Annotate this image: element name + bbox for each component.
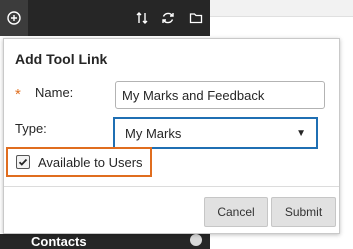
- add-tool-link-dialog: Add Tool Link * Name: Type: My Marks ▼ A…: [3, 38, 340, 234]
- required-marker: *: [15, 86, 21, 103]
- available-to-users-highlight: Available to Users: [6, 147, 152, 177]
- available-label[interactable]: Available to Users: [38, 155, 143, 170]
- dialog-title: Add Tool Link: [15, 51, 108, 67]
- chevron-down-icon[interactable]: [190, 234, 202, 246]
- submit-button[interactable]: Submit: [271, 197, 336, 227]
- type-select[interactable]: My Marks ▼: [113, 117, 318, 149]
- available-checkbox[interactable]: [16, 155, 30, 169]
- add-button[interactable]: [0, 0, 28, 36]
- name-label: Name:: [35, 85, 74, 100]
- plus-icon: [7, 11, 21, 25]
- type-label: Type:: [15, 121, 47, 136]
- footer-divider: [4, 186, 339, 187]
- sidebar-toolbar: [0, 0, 210, 36]
- sort-icon: [136, 12, 148, 24]
- name-input[interactable]: [115, 81, 325, 109]
- folder-button[interactable]: [180, 0, 212, 36]
- refresh-icon: [162, 12, 174, 24]
- checkmark-icon: [18, 158, 28, 166]
- content-header-background: [210, 0, 353, 17]
- cancel-button[interactable]: Cancel: [204, 197, 268, 227]
- type-select-value: My Marks: [125, 125, 182, 141]
- folder-icon: [189, 13, 203, 24]
- dropdown-arrow-icon: ▼: [296, 127, 306, 139]
- sidebar-item-contacts[interactable]: Contacts: [31, 234, 87, 249]
